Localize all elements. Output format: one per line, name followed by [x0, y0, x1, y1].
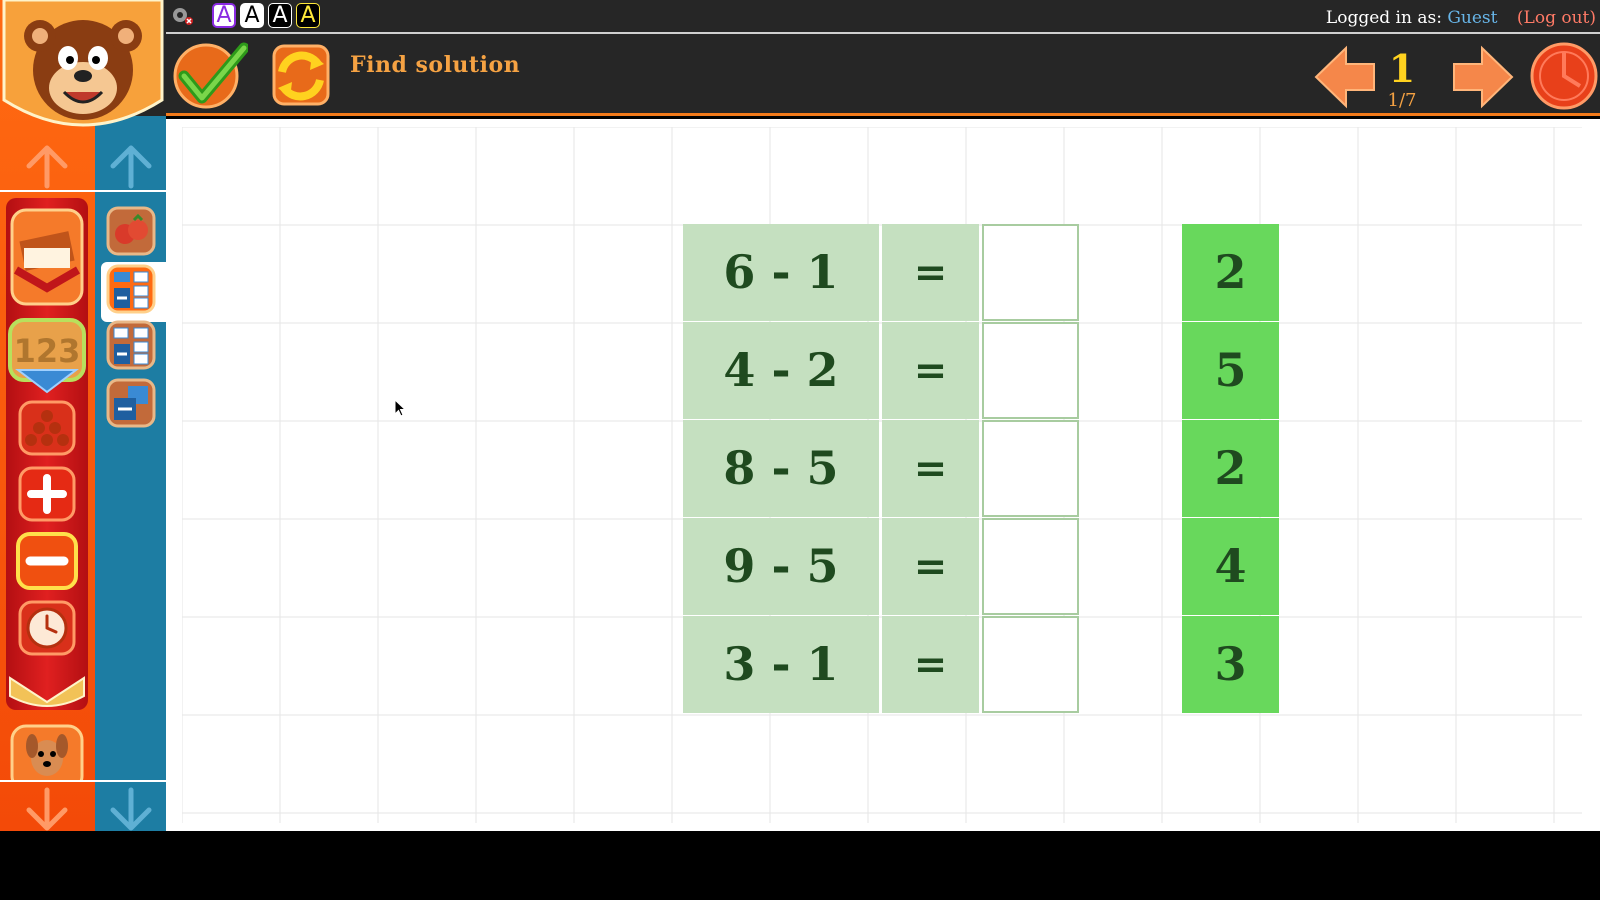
expression-cell: 6 - 1 [683, 224, 879, 321]
answer-option-tile[interactable]: 5 [1182, 322, 1279, 419]
expression-cell: 4 - 2 [683, 322, 879, 419]
numbers-123-icon[interactable]: 123 [8, 318, 86, 398]
login-status: Logged in as: Guest (Log out) [1326, 8, 1596, 28]
expression-cell: 9 - 5 [683, 518, 879, 615]
top-bar: A A A A Logged in as: Guest (Log out) [166, 0, 1600, 32]
bear-logo-icon[interactable] [2, 0, 164, 140]
expression-cell: 8 - 5 [683, 420, 879, 517]
equals-cell: = [882, 224, 979, 321]
login-user-link[interactable]: Guest [1447, 8, 1497, 28]
font-style-option-purple[interactable]: A [212, 3, 236, 28]
mouse-cursor-icon [394, 399, 406, 417]
current-page-number: 1 [1388, 46, 1416, 91]
category-scroll-down-icon[interactable] [23, 786, 71, 834]
sidebar-bottom-separator [0, 780, 166, 782]
equals-cell: = [882, 322, 979, 419]
category-scroll-up-icon[interactable] [23, 142, 71, 190]
answer-drop-cell[interactable] [982, 518, 1079, 615]
subtraction-grid-icon[interactable] [106, 320, 156, 370]
answer-option-tile[interactable]: 4 [1182, 518, 1279, 615]
counting-balls-icon[interactable] [18, 400, 76, 456]
clock-icon[interactable] [18, 600, 76, 656]
answer-option-tile[interactable]: 2 [1182, 420, 1279, 517]
expression-cell: 3 - 1 [683, 616, 879, 713]
logout-link[interactable]: (Log out) [1517, 8, 1596, 28]
category-scroll-chevron-icon [9, 676, 85, 707]
subcategory-scroll-up-icon[interactable] [107, 142, 155, 190]
answer-option-tile[interactable]: 2 [1182, 224, 1279, 321]
equals-cell: = [882, 518, 979, 615]
subcategory-scroll-down-icon[interactable] [107, 786, 155, 834]
book-icon[interactable] [10, 208, 84, 306]
answer-drop-cell[interactable] [982, 420, 1079, 517]
refresh-task-button[interactable] [268, 40, 334, 110]
equals-cell: = [882, 420, 979, 517]
settings-muted-icon[interactable] [170, 6, 194, 26]
page-counter: 1/7 [1387, 90, 1417, 111]
subtraction-box-icon[interactable] [106, 378, 156, 428]
svg-text:123: 123 [14, 332, 81, 370]
font-style-option-black-on-white[interactable]: A [240, 3, 264, 28]
check-answer-button[interactable] [170, 42, 248, 110]
sidebar-top-separator [0, 190, 166, 192]
previous-task-arrow-icon[interactable] [1312, 44, 1378, 110]
toolbar: Find solution 1 1/7 [166, 32, 1600, 116]
font-style-option-yellow-on-black[interactable]: A [296, 3, 320, 28]
equals-cell: = [882, 616, 979, 713]
answer-option-tile[interactable]: 3 [1182, 616, 1279, 713]
minus-icon[interactable] [16, 532, 78, 590]
answer-drop-cell[interactable] [982, 224, 1079, 321]
next-task-arrow-icon[interactable] [1450, 44, 1516, 110]
font-style-option-white-on-black[interactable]: A [268, 3, 292, 28]
subtraction-table-icon[interactable] [106, 264, 156, 314]
tomatoes-icon[interactable] [106, 206, 156, 256]
answer-drop-cell[interactable] [982, 322, 1079, 419]
power-off-icon[interactable] [1530, 42, 1598, 110]
exercise-area: 6 - 1 = 2 4 - 2 = 5 8 - 5 = 2 9 - 5 = 4 … [166, 119, 1600, 831]
task-title: Find solution [350, 52, 521, 78]
plus-icon[interactable] [18, 466, 76, 522]
login-prefix: Logged in as: [1325, 8, 1442, 28]
dog-icon[interactable] [10, 724, 84, 780]
answer-drop-cell[interactable] [982, 616, 1079, 713]
